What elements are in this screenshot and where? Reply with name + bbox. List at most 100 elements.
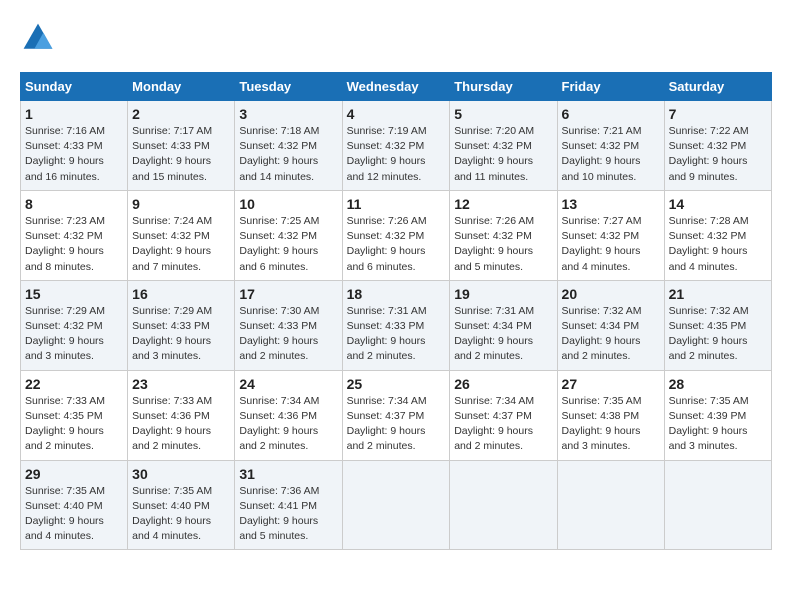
day-info: Sunrise: 7:32 AMSunset: 4:34 PMDaylight:… <box>562 305 642 363</box>
day-info: Sunrise: 7:21 AMSunset: 4:32 PMDaylight:… <box>562 125 642 183</box>
day-number: 22 <box>25 376 123 392</box>
day-info: Sunrise: 7:29 AMSunset: 4:32 PMDaylight:… <box>25 305 105 363</box>
calendar-cell: 24 Sunrise: 7:34 AMSunset: 4:36 PMDaylig… <box>235 370 342 460</box>
calendar-cell <box>664 460 771 550</box>
day-number: 10 <box>239 196 337 212</box>
weekday-header-wednesday: Wednesday <box>342 73 450 101</box>
calendar-cell: 3 Sunrise: 7:18 AMSunset: 4:32 PMDayligh… <box>235 101 342 191</box>
calendar-cell: 12 Sunrise: 7:26 AMSunset: 4:32 PMDaylig… <box>450 190 557 280</box>
day-number: 6 <box>562 106 660 122</box>
calendar-cell: 19 Sunrise: 7:31 AMSunset: 4:34 PMDaylig… <box>450 280 557 370</box>
day-number: 30 <box>132 466 230 482</box>
calendar-week-row: 29 Sunrise: 7:35 AMSunset: 4:40 PMDaylig… <box>21 460 772 550</box>
day-info: Sunrise: 7:29 AMSunset: 4:33 PMDaylight:… <box>132 305 212 363</box>
calendar-cell: 14 Sunrise: 7:28 AMSunset: 4:32 PMDaylig… <box>664 190 771 280</box>
calendar-week-row: 8 Sunrise: 7:23 AMSunset: 4:32 PMDayligh… <box>21 190 772 280</box>
day-info: Sunrise: 7:36 AMSunset: 4:41 PMDaylight:… <box>239 485 319 543</box>
day-info: Sunrise: 7:31 AMSunset: 4:34 PMDaylight:… <box>454 305 534 363</box>
day-info: Sunrise: 7:34 AMSunset: 4:37 PMDaylight:… <box>454 395 534 453</box>
day-info: Sunrise: 7:30 AMSunset: 4:33 PMDaylight:… <box>239 305 319 363</box>
day-number: 12 <box>454 196 552 212</box>
calendar-week-row: 22 Sunrise: 7:33 AMSunset: 4:35 PMDaylig… <box>21 370 772 460</box>
day-info: Sunrise: 7:35 AMSunset: 4:38 PMDaylight:… <box>562 395 642 453</box>
calendar-cell <box>342 460 450 550</box>
calendar-cell: 11 Sunrise: 7:26 AMSunset: 4:32 PMDaylig… <box>342 190 450 280</box>
day-number: 9 <box>132 196 230 212</box>
calendar-cell: 31 Sunrise: 7:36 AMSunset: 4:41 PMDaylig… <box>235 460 342 550</box>
day-info: Sunrise: 7:31 AMSunset: 4:33 PMDaylight:… <box>347 305 427 363</box>
day-number: 21 <box>669 286 767 302</box>
day-number: 18 <box>347 286 446 302</box>
day-number: 15 <box>25 286 123 302</box>
calendar-cell: 10 Sunrise: 7:25 AMSunset: 4:32 PMDaylig… <box>235 190 342 280</box>
day-number: 20 <box>562 286 660 302</box>
calendar-cell: 30 Sunrise: 7:35 AMSunset: 4:40 PMDaylig… <box>128 460 235 550</box>
calendar-cell: 13 Sunrise: 7:27 AMSunset: 4:32 PMDaylig… <box>557 190 664 280</box>
calendar-cell: 5 Sunrise: 7:20 AMSunset: 4:32 PMDayligh… <box>450 101 557 191</box>
day-number: 2 <box>132 106 230 122</box>
calendar-cell: 2 Sunrise: 7:17 AMSunset: 4:33 PMDayligh… <box>128 101 235 191</box>
day-number: 28 <box>669 376 767 392</box>
calendar-week-row: 1 Sunrise: 7:16 AMSunset: 4:33 PMDayligh… <box>21 101 772 191</box>
calendar-cell: 7 Sunrise: 7:22 AMSunset: 4:32 PMDayligh… <box>664 101 771 191</box>
day-number: 26 <box>454 376 552 392</box>
day-number: 3 <box>239 106 337 122</box>
day-number: 5 <box>454 106 552 122</box>
day-number: 14 <box>669 196 767 212</box>
day-number: 1 <box>25 106 123 122</box>
calendar-cell: 15 Sunrise: 7:29 AMSunset: 4:32 PMDaylig… <box>21 280 128 370</box>
calendar-table: SundayMondayTuesdayWednesdayThursdayFrid… <box>20 72 772 550</box>
day-info: Sunrise: 7:18 AMSunset: 4:32 PMDaylight:… <box>239 125 319 183</box>
day-number: 29 <box>25 466 123 482</box>
day-info: Sunrise: 7:35 AMSunset: 4:39 PMDaylight:… <box>669 395 749 453</box>
calendar-cell: 1 Sunrise: 7:16 AMSunset: 4:33 PMDayligh… <box>21 101 128 191</box>
day-number: 11 <box>347 196 446 212</box>
day-info: Sunrise: 7:23 AMSunset: 4:32 PMDaylight:… <box>25 215 105 273</box>
day-info: Sunrise: 7:17 AMSunset: 4:33 PMDaylight:… <box>132 125 212 183</box>
weekday-header-monday: Monday <box>128 73 235 101</box>
calendar-cell: 25 Sunrise: 7:34 AMSunset: 4:37 PMDaylig… <box>342 370 450 460</box>
calendar-cell: 22 Sunrise: 7:33 AMSunset: 4:35 PMDaylig… <box>21 370 128 460</box>
day-info: Sunrise: 7:34 AMSunset: 4:37 PMDaylight:… <box>347 395 427 453</box>
day-info: Sunrise: 7:22 AMSunset: 4:32 PMDaylight:… <box>669 125 749 183</box>
weekday-header-sunday: Sunday <box>21 73 128 101</box>
day-number: 23 <box>132 376 230 392</box>
day-info: Sunrise: 7:35 AMSunset: 4:40 PMDaylight:… <box>132 485 212 543</box>
day-number: 8 <box>25 196 123 212</box>
day-info: Sunrise: 7:24 AMSunset: 4:32 PMDaylight:… <box>132 215 212 273</box>
calendar-cell: 28 Sunrise: 7:35 AMSunset: 4:39 PMDaylig… <box>664 370 771 460</box>
calendar-cell: 21 Sunrise: 7:32 AMSunset: 4:35 PMDaylig… <box>664 280 771 370</box>
calendar-cell: 29 Sunrise: 7:35 AMSunset: 4:40 PMDaylig… <box>21 460 128 550</box>
calendar-cell: 4 Sunrise: 7:19 AMSunset: 4:32 PMDayligh… <box>342 101 450 191</box>
day-number: 17 <box>239 286 337 302</box>
day-info: Sunrise: 7:26 AMSunset: 4:32 PMDaylight:… <box>454 215 534 273</box>
weekday-header-tuesday: Tuesday <box>235 73 342 101</box>
calendar-cell: 27 Sunrise: 7:35 AMSunset: 4:38 PMDaylig… <box>557 370 664 460</box>
day-number: 24 <box>239 376 337 392</box>
day-number: 4 <box>347 106 446 122</box>
calendar-cell: 18 Sunrise: 7:31 AMSunset: 4:33 PMDaylig… <box>342 280 450 370</box>
day-number: 31 <box>239 466 337 482</box>
day-info: Sunrise: 7:16 AMSunset: 4:33 PMDaylight:… <box>25 125 105 183</box>
day-info: Sunrise: 7:19 AMSunset: 4:32 PMDaylight:… <box>347 125 427 183</box>
calendar-week-row: 15 Sunrise: 7:29 AMSunset: 4:32 PMDaylig… <box>21 280 772 370</box>
day-info: Sunrise: 7:28 AMSunset: 4:32 PMDaylight:… <box>669 215 749 273</box>
calendar-cell: 26 Sunrise: 7:34 AMSunset: 4:37 PMDaylig… <box>450 370 557 460</box>
calendar-cell: 17 Sunrise: 7:30 AMSunset: 4:33 PMDaylig… <box>235 280 342 370</box>
day-number: 7 <box>669 106 767 122</box>
day-info: Sunrise: 7:27 AMSunset: 4:32 PMDaylight:… <box>562 215 642 273</box>
logo <box>20 20 60 56</box>
calendar-cell: 6 Sunrise: 7:21 AMSunset: 4:32 PMDayligh… <box>557 101 664 191</box>
day-number: 19 <box>454 286 552 302</box>
day-info: Sunrise: 7:25 AMSunset: 4:32 PMDaylight:… <box>239 215 319 273</box>
day-number: 16 <box>132 286 230 302</box>
calendar-cell <box>557 460 664 550</box>
day-info: Sunrise: 7:35 AMSunset: 4:40 PMDaylight:… <box>25 485 105 543</box>
calendar-cell: 20 Sunrise: 7:32 AMSunset: 4:34 PMDaylig… <box>557 280 664 370</box>
calendar-cell: 8 Sunrise: 7:23 AMSunset: 4:32 PMDayligh… <box>21 190 128 280</box>
day-info: Sunrise: 7:26 AMSunset: 4:32 PMDaylight:… <box>347 215 427 273</box>
day-number: 13 <box>562 196 660 212</box>
day-info: Sunrise: 7:33 AMSunset: 4:35 PMDaylight:… <box>25 395 105 453</box>
weekday-header-saturday: Saturday <box>664 73 771 101</box>
calendar-cell: 16 Sunrise: 7:29 AMSunset: 4:33 PMDaylig… <box>128 280 235 370</box>
